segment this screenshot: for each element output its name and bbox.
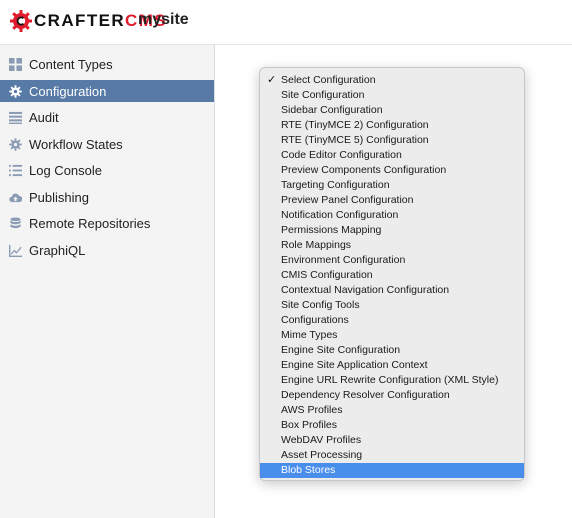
menu-option[interactable]: Environment Configuration [260,253,524,268]
menu-option-label: Notification Configuration [281,209,399,221]
sidebar-item-label: Configuration [29,83,107,99]
sidebar-item-configuration[interactable]: Configuration [0,80,214,102]
menu-option[interactable]: WebDAV Profiles [260,433,524,448]
menu-option[interactable]: Permissions Mapping [260,223,524,238]
menu-option[interactable]: Dependency Resolver Configuration [260,388,524,403]
crafter-gear-icon [10,10,32,32]
sidebar: Content Types Configuration Audit Workfl… [0,45,215,518]
sidebar-item-label: Audit [29,109,59,125]
menu-option-label: Select Configuration [281,74,376,86]
sidebar-item-label: Remote Repositories [29,215,151,231]
menu-option[interactable]: Site Configuration [260,88,524,103]
menu-option[interactable]: Preview Components Configuration [260,163,524,178]
checkmark-icon: ✓ [267,74,277,86]
sidebar-item-log-console[interactable]: Log Console [0,159,214,181]
menu-option-label: Site Config Tools [281,299,360,311]
grid-icon [7,56,23,72]
database-icon [7,215,23,231]
menu-option[interactable]: RTE (TinyMCE 5) Configuration [260,133,524,148]
menu-option-label: Engine Site Configuration [281,344,401,356]
sidebar-item-label: GraphiQL [29,242,86,258]
menu-option-label: Environment Configuration [281,254,406,266]
menu-option-label: WebDAV Profiles [281,434,362,446]
cloud-upload-icon [7,189,23,205]
menu-option[interactable]: Asset Processing [260,448,524,463]
sidebar-item-label: Content Types [29,56,113,72]
sidebar-item-publishing[interactable]: Publishing [0,186,214,208]
menu-option-label: Sidebar Configuration [281,104,383,116]
menu-option-label: Dependency Resolver Configuration [281,389,450,401]
menu-option[interactable]: Sidebar Configuration [260,103,524,118]
logo-prefix: CRAFTER [34,11,126,30]
menu-option-label: Configurations [281,314,349,326]
list-icon [7,109,23,125]
menu-option-label: RTE (TinyMCE 5) Configuration [281,134,429,146]
menu-option-label: Engine Site Application Context [281,359,428,371]
menu-option-label: Box Profiles [281,419,338,431]
menu-option[interactable]: Engine Site Application Context [260,358,524,373]
menu-option-label: AWS Profiles [281,404,343,416]
menu-option[interactable]: Targeting Configuration [260,178,524,193]
menu-option-label: Permissions Mapping [281,224,382,236]
menu-option[interactable]: Preview Panel Configuration [260,193,524,208]
sidebar-item-remote-repositories[interactable]: Remote Repositories [0,212,214,234]
sidebar-item-workflow-states[interactable]: Workflow States [0,133,214,155]
gear-icon [7,136,23,152]
sidebar-item-content-types[interactable]: Content Types [0,53,214,75]
menu-option[interactable]: RTE (TinyMCE 2) Configuration [260,118,524,133]
menu-option[interactable]: Engine URL Rewrite Configuration (XML St… [260,373,524,388]
menu-option[interactable]: Role Mappings [260,238,524,253]
menu-option[interactable]: Box Profiles [260,418,524,433]
menu-option[interactable]: Notification Configuration [260,208,524,223]
menu-option-label: Code Editor Configuration [281,149,402,161]
menu-option[interactable]: Code Editor Configuration [260,148,524,163]
menu-option[interactable]: ✓ Select Configuration [260,73,524,88]
sidebar-item-label: Publishing [29,189,89,205]
site-name[interactable]: mysite [138,11,189,29]
menu-option-label: Contextual Navigation Configuration [281,284,450,296]
menu-option[interactable]: CMIS Configuration [260,268,524,283]
menu-option[interactable]: AWS Profiles [260,403,524,418]
menu-option-label: Asset Processing [281,449,363,461]
menu-option[interactable]: Blob Stores [260,463,524,478]
menu-option-label: Targeting Configuration [281,179,390,191]
menu-option-label: Role Mappings [281,239,352,251]
menu-option-label: Engine URL Rewrite Configuration (XML St… [281,374,499,386]
menu-option[interactable]: Site Config Tools [260,298,524,313]
sidebar-item-graphiql[interactable]: GraphiQL [0,239,214,261]
menu-option-label: CMIS Configuration [281,269,373,281]
sidebar-item-label: Log Console [29,162,102,178]
menu-option-label: Site Configuration [281,89,365,101]
sidebar-item-label: Workflow States [29,136,123,152]
menu-option-label: Mime Types [281,329,338,341]
menu-option[interactable]: Contextual Navigation Configuration [260,283,524,298]
top-header: CRAFTERCMS mysite [0,0,572,45]
menu-option[interactable]: Engine Site Configuration [260,343,524,358]
gear-icon [7,83,23,99]
line-chart-icon [7,242,23,258]
menu-option-label: Preview Components Configuration [281,164,447,176]
configuration-select-menu[interactable]: ✓ Select Configuration Site Configuration S… [259,67,525,481]
menu-option-label: Blob Stores [281,464,336,476]
menu-option-label: Preview Panel Configuration [281,194,414,206]
menu-option[interactable]: Mime Types [260,328,524,343]
lines-icon [7,162,23,178]
sidebar-item-audit[interactable]: Audit [0,106,214,128]
menu-option-label: RTE (TinyMCE 2) Configuration [281,119,429,131]
menu-option[interactable]: Configurations [260,313,524,328]
